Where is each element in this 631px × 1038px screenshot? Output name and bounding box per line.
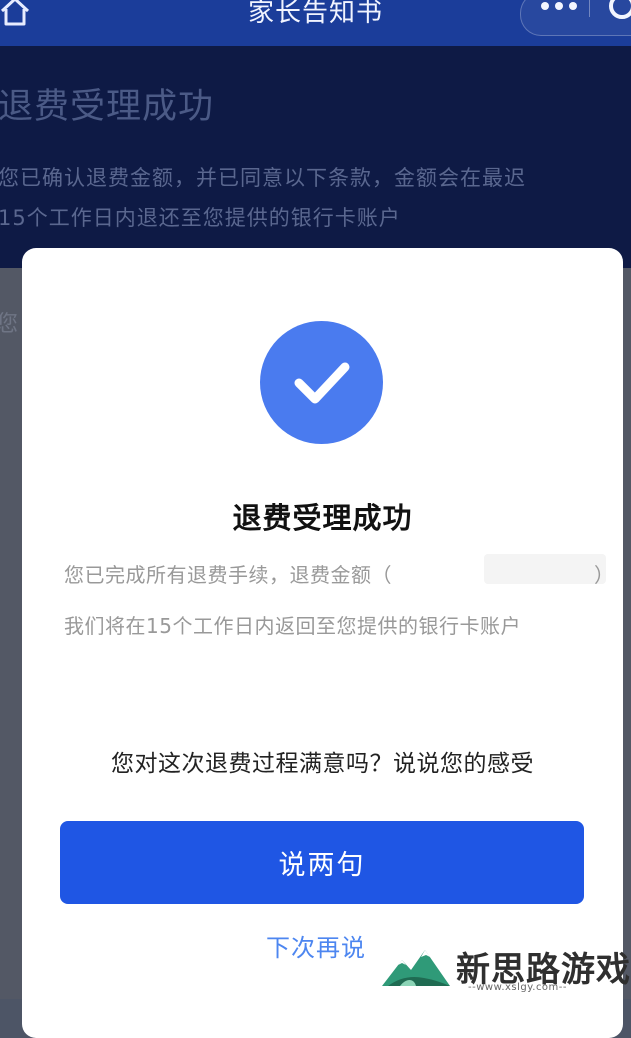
mini-program-capsule [520, 0, 631, 36]
mountain-logo-icon [382, 950, 450, 986]
maybe-later-link[interactable]: 下次再说 [266, 928, 366, 963]
capsule-divider [589, 0, 590, 17]
write-feedback-button[interactable]: 说两句 [60, 821, 584, 904]
watermark: 新思路游戏 --www.xslgy.com-- [380, 938, 631, 999]
feedback-modal: 退费受理成功 您已完成所有退费手续，退费金额（ ） 我们将在15个工作日内返回至… [22, 248, 623, 1038]
watermark-url: --www.xslgy.com-- [468, 982, 568, 993]
satisfaction-question: 您对这次退费过程满意吗？说说您的感受 [111, 751, 534, 777]
close-circle-icon[interactable] [609, 0, 631, 19]
navbar: 家长告知书 [0, 0, 631, 46]
success-check-circle [260, 321, 383, 444]
status-description-line1: 您已确认退费金额，并已同意以下条款，金额会在最迟 [0, 166, 526, 190]
status-description-line2: 15个工作日内退还至您提供的银行卡账户 [0, 206, 401, 230]
status-title: 退费受理成功 [0, 87, 215, 127]
redacted-amount [484, 554, 606, 584]
refund-timeline-text: 我们将在15个工作日内返回至您提供的银行卡账户 [64, 614, 521, 638]
more-dots-icon[interactable] [541, 1, 581, 11]
check-icon [294, 362, 350, 404]
refund-amount-suffix: ） [594, 563, 614, 587]
modal-title: 退费受理成功 [232, 501, 413, 535]
background-text-fragment: 您 [0, 312, 19, 337]
status-description: 您已确认退费金额，并已同意以下条款，金额会在最迟 15个工作日内退还至您提供的银… [0, 158, 631, 238]
